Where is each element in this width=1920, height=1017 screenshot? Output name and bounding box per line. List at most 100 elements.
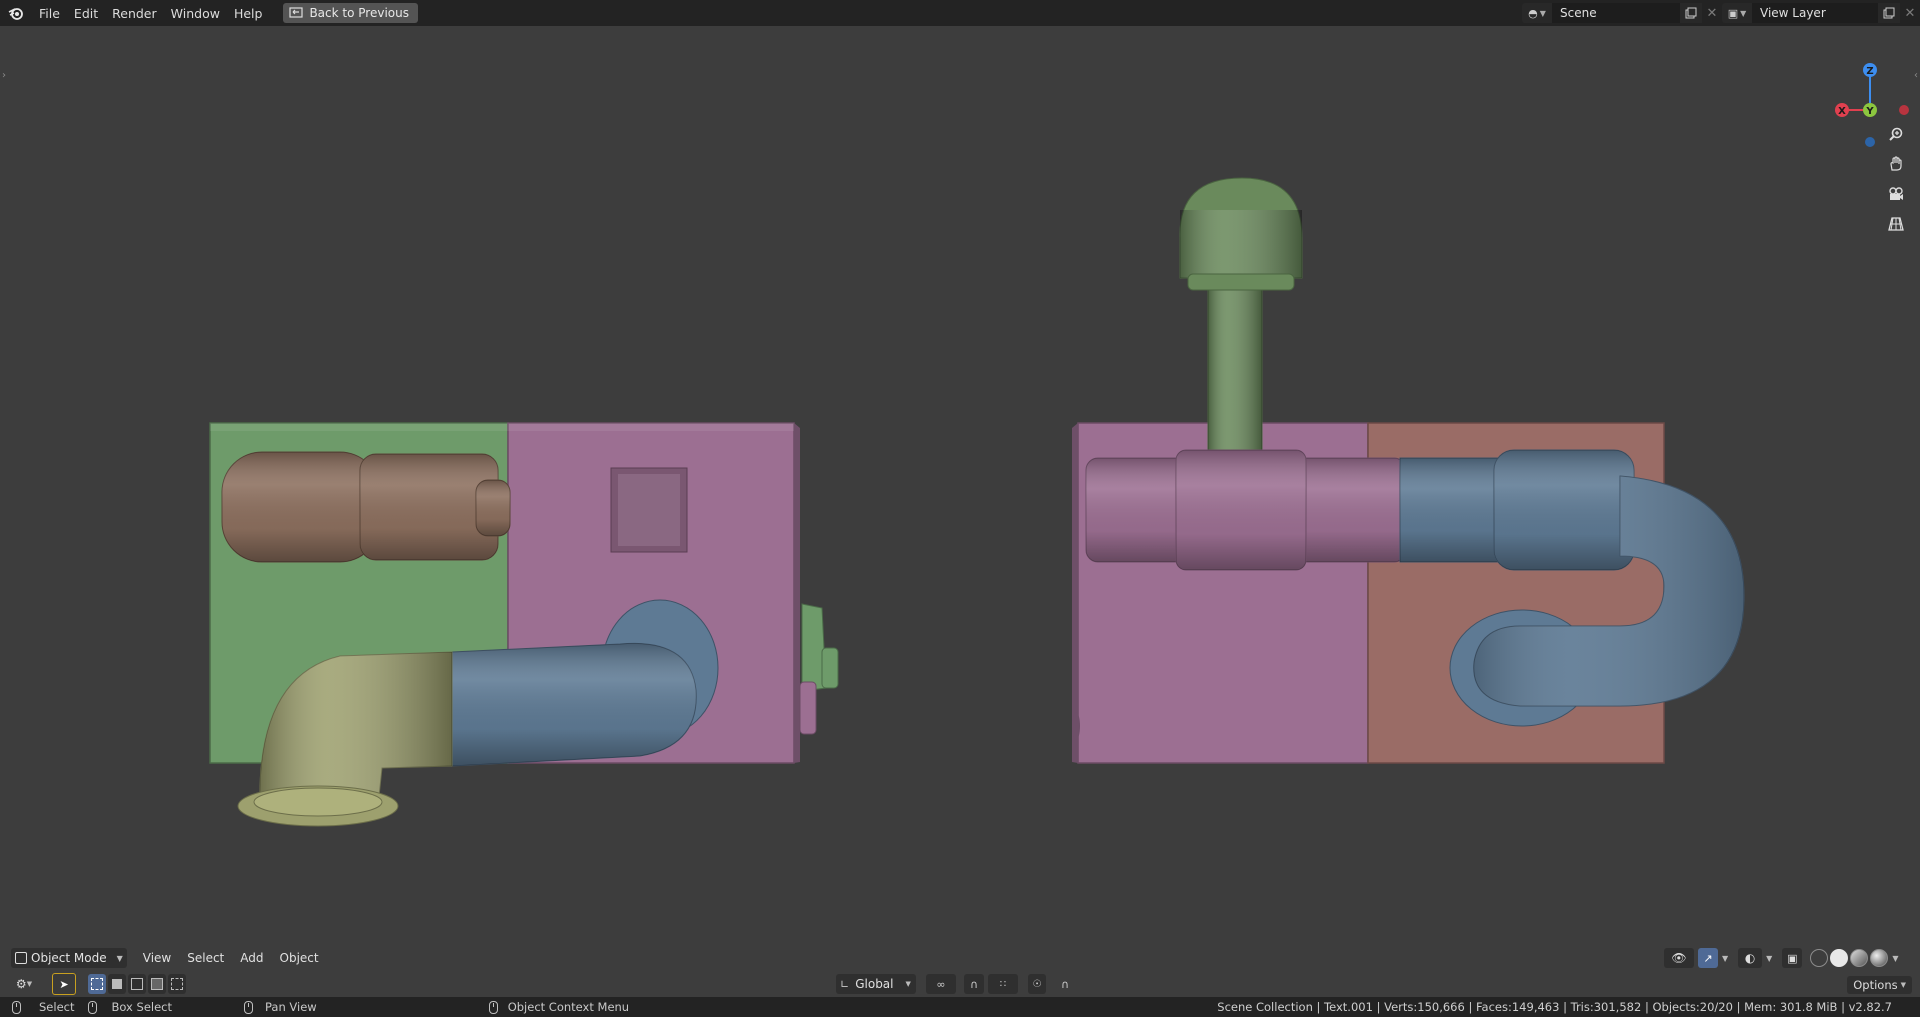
mouse-drag-icon xyxy=(88,1000,98,1014)
chevron-down-icon: ▼ xyxy=(1900,981,1906,989)
scene-selector: ◓ ▼ Scene ✕ xyxy=(1522,3,1722,23)
perspective-grid-icon[interactable] xyxy=(1882,210,1910,238)
status-context-menu: Object Context Menu xyxy=(488,1000,629,1014)
magnet-icon: ∩ xyxy=(969,977,979,991)
view-layer-icon: ▣ xyxy=(1727,6,1739,20)
menu-select[interactable]: Select xyxy=(179,951,232,965)
object-mode-label: Object Mode xyxy=(31,951,107,965)
menu-add[interactable]: Add xyxy=(232,951,271,965)
status-select: Select xyxy=(12,1000,74,1014)
mouse-middle-icon xyxy=(244,1000,253,1014)
mouse-left-icon xyxy=(12,1000,21,1014)
overlays-icon: ◐ xyxy=(1744,951,1756,965)
zoom-icon[interactable] xyxy=(1882,120,1910,148)
gizmo-toggle[interactable]: ↗ xyxy=(1698,948,1718,968)
new-scene-button[interactable] xyxy=(1680,3,1702,23)
proportional-icon: ☉ xyxy=(1032,978,1042,990)
select-tool-button[interactable]: ➤ xyxy=(52,973,76,995)
pan-hand-icon[interactable] xyxy=(1882,150,1910,178)
view-layer-selector: ▣ ▼ View Layer ✕ xyxy=(1722,3,1920,23)
duplicate-icon xyxy=(1685,7,1697,19)
back-to-previous-button[interactable]: Back to Previous xyxy=(283,3,418,23)
transform-orientation-dropdown[interactable]: ∟ Global ▼ xyxy=(836,974,916,994)
chevron-down-icon: ▼ xyxy=(905,980,911,988)
gizmo-icon: ↗ xyxy=(1703,951,1713,965)
select-subtract-icon[interactable] xyxy=(128,974,146,994)
visibility-dropdown[interactable]: 👁 xyxy=(1664,948,1694,968)
gizmo-y-label: Y xyxy=(1865,106,1874,117)
blender-logo-icon[interactable] xyxy=(8,5,24,21)
orientation-axis-icon: ∟ xyxy=(840,977,850,991)
scene-browse-button[interactable]: ◓ ▼ xyxy=(1522,3,1552,23)
close-scene-icon[interactable]: ✕ xyxy=(1702,3,1722,23)
duplicate-icon xyxy=(1883,7,1895,19)
scene-icon: ◓ xyxy=(1528,6,1538,20)
viewport-header: Object Mode ▼ View Select Add Object 👁 ↗… xyxy=(0,946,1920,970)
solid-shading-icon[interactable] xyxy=(1830,949,1849,967)
xray-icon: ▣ xyxy=(1787,951,1798,965)
menu-object[interactable]: Object xyxy=(272,951,327,965)
left-model[interactable] xyxy=(209,422,839,827)
object-mode-dropdown[interactable]: Object Mode ▼ xyxy=(11,948,127,968)
chevron-down-icon: ▼ xyxy=(1740,8,1747,18)
right-model[interactable] xyxy=(1072,177,1745,764)
select-new-icon[interactable] xyxy=(88,974,106,994)
chevron-down-icon: ▼ xyxy=(1539,8,1546,18)
menu-file[interactable]: File xyxy=(32,6,67,21)
mouse-right-icon xyxy=(488,1000,498,1014)
status-pan-view-label: Pan View xyxy=(265,1000,317,1014)
chevron-down-icon[interactable]: ▼ xyxy=(1892,954,1898,963)
3d-viewport[interactable]: › ‹ Z X Y xyxy=(0,26,1920,981)
rendered-shading-icon[interactable] xyxy=(1870,949,1889,967)
tool-header: ⚙ ▼ ➤ ∟ Global ▼ ∞ ∩ ∷ ☉ ∩ xyxy=(0,972,1920,996)
new-view-layer-button[interactable] xyxy=(1878,3,1900,23)
falloff-dropdown[interactable]: ∩ xyxy=(1050,974,1080,994)
overlays-toggle[interactable]: ◐ xyxy=(1738,948,1763,968)
tool-icon: ⚙ xyxy=(15,977,27,991)
options-label: Options xyxy=(1853,978,1898,992)
status-box-select: Box Select xyxy=(88,1000,172,1014)
scene-statistics: Scene Collection | Text.001 | Verts:150,… xyxy=(1217,1000,1892,1014)
object-mode-icon xyxy=(15,952,27,964)
cursor-arrow-icon: ➤ xyxy=(59,977,69,991)
camera-icon[interactable] xyxy=(1882,180,1910,208)
eye-icon: 👁 xyxy=(1671,951,1687,965)
shading-mode-group xyxy=(1810,949,1889,967)
scene-render[interactable] xyxy=(0,26,1920,981)
menu-help[interactable]: Help xyxy=(227,6,270,21)
chevron-down-icon[interactable]: ▼ xyxy=(1766,954,1772,963)
chevron-down-icon[interactable]: ▼ xyxy=(1722,954,1728,963)
screen-back-icon xyxy=(289,7,304,18)
back-to-previous-label: Back to Previous xyxy=(309,6,409,20)
close-view-layer-icon[interactable]: ✕ xyxy=(1900,3,1920,23)
status-bar: Select Box Select Pan View Object Contex… xyxy=(0,997,1920,1017)
select-difference-icon[interactable] xyxy=(148,974,166,994)
select-mode-group xyxy=(88,974,186,994)
menu-edit[interactable]: Edit xyxy=(67,6,105,21)
view-layer-name-field[interactable]: View Layer xyxy=(1752,3,1878,23)
snap-toggle[interactable]: ∩ xyxy=(964,974,984,994)
status-pan-view: Pan View xyxy=(244,1000,317,1014)
material-shading-icon[interactable] xyxy=(1850,949,1869,967)
select-extend-icon[interactable] xyxy=(108,974,126,994)
transform-controls: ∟ Global ▼ ∞ ∩ ∷ ☉ ∩ xyxy=(836,974,1080,994)
snap-grid-icon: ∷ xyxy=(999,978,1007,990)
pivot-point-dropdown[interactable]: ∞ xyxy=(926,974,956,994)
gizmo-x-label: X xyxy=(1838,106,1846,117)
menu-view[interactable]: View xyxy=(135,951,179,965)
scene-name-field[interactable]: Scene xyxy=(1552,3,1680,23)
tool-settings-dropdown[interactable]: ⚙ ▼ xyxy=(10,974,38,994)
snap-target-dropdown[interactable]: ∷ xyxy=(988,974,1018,994)
options-dropdown[interactable]: Options ▼ xyxy=(1847,976,1912,994)
view-layer-browse-button[interactable]: ▣ ▼ xyxy=(1722,3,1752,23)
wireframe-shading-icon[interactable] xyxy=(1810,949,1829,967)
chevron-down-icon: ▼ xyxy=(26,980,33,988)
proportional-edit-toggle[interactable]: ☉ xyxy=(1028,974,1046,994)
xray-toggle[interactable]: ▣ xyxy=(1782,948,1803,968)
status-select-label: Select xyxy=(39,1000,75,1014)
menu-render[interactable]: Render xyxy=(105,6,164,21)
chevron-down-icon: ▼ xyxy=(116,953,123,963)
menu-window[interactable]: Window xyxy=(164,6,227,21)
pivot-icon: ∞ xyxy=(936,977,946,991)
select-intersect-icon[interactable] xyxy=(168,974,186,994)
